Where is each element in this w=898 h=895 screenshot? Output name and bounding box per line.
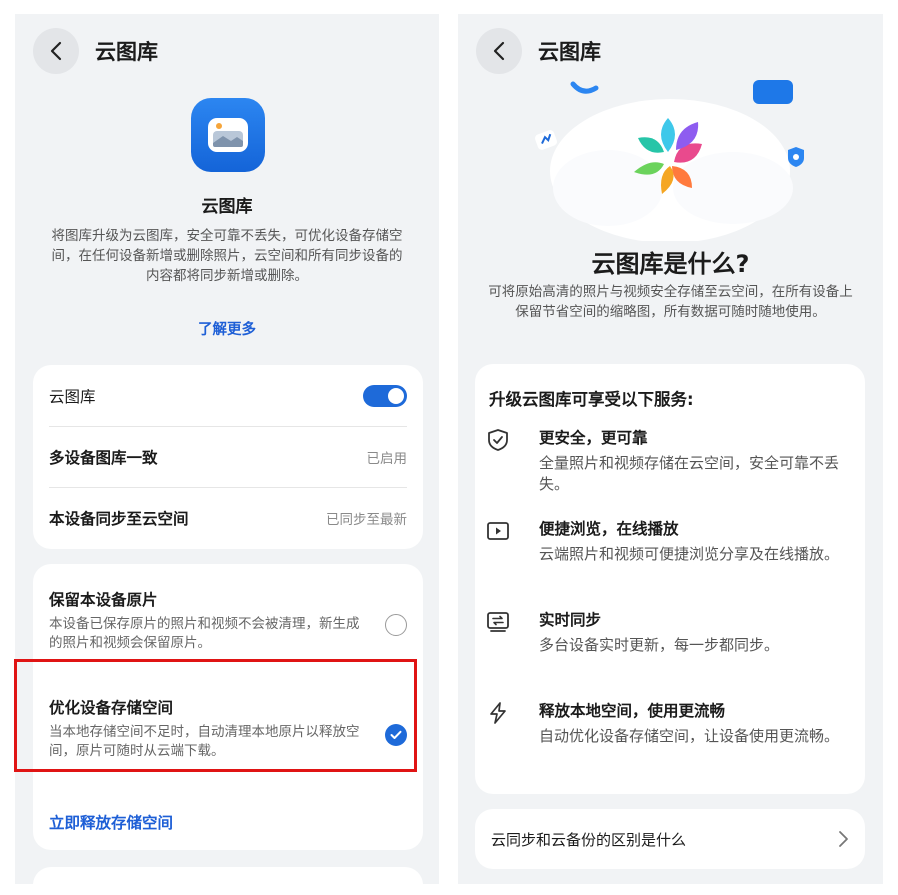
option-desc: 本设备已保存原片的照片和视频不会被清理，新生成的照片和视频会保留原片。 — [49, 616, 360, 651]
row-label: 云图库 — [49, 387, 96, 406]
gallery-app-icon — [191, 98, 265, 172]
app-name: 云图库 — [201, 197, 253, 217]
settings-card: 云图库 多设备图库一致 已启用 本设备同步至云空间 已同步至最新 — [33, 365, 423, 549]
service-item: 更安全，更可靠 全量照片和视频存储在云空间，安全可靠不丢失。 — [485, 426, 847, 495]
header: 云图库 — [476, 26, 601, 76]
services-card: 升级云图库可享受以下服务: 更安全，更可靠 全量照片和视频存储在云空间，安全可靠… — [475, 364, 865, 794]
service-desc: 全量照片和视频存储在云空间，安全可靠不丢失。 — [539, 454, 840, 493]
sync-icon — [487, 612, 509, 632]
hero-title: 云图库是什么? — [591, 250, 750, 278]
chevron-left-icon — [50, 41, 62, 61]
service-title: 实时同步 — [539, 611, 602, 629]
cloud-gallery-toggle[interactable] — [363, 384, 407, 407]
service-item: 释放本地空间，使用更流畅 自动优化设备存储空间，让设备使用更流畅。 — [485, 699, 847, 747]
lightning-icon — [490, 702, 506, 724]
chevron-left-icon — [493, 41, 505, 61]
highlight-box — [14, 659, 417, 772]
faq-row[interactable]: 云同步和云备份的区别是什么 — [475, 809, 865, 869]
service-desc: 云端照片和视频可便捷浏览分享及在线播放。 — [539, 545, 840, 563]
keep-originals-option[interactable]: 保留本设备原片 本设备已保存原片的照片和视频不会被清理，新生成的照片和视频会保留… — [49, 588, 407, 653]
learn-more-link[interactable]: 了解更多 — [15, 318, 439, 339]
header: 云图库 — [33, 26, 158, 76]
service-item: 实时同步 多台设备实时更新，每一步都同步。 — [485, 608, 847, 656]
hero-description: 可将原始高清的照片与视频安全存储至云空间，在所有设备上保留节省空间的缩略图，所有… — [488, 284, 853, 320]
service-title: 便捷浏览，在线播放 — [539, 520, 679, 538]
keep-originals-radio[interactable] — [385, 614, 407, 636]
multi-device-consistency-row[interactable]: 多设备图库一致 已启用 — [49, 426, 407, 487]
free-storage-link[interactable]: 立即释放存储空间 — [49, 811, 173, 833]
app-description: 将图库升级为云图库，安全可靠不丢失，可优化设备存储空间，在任何设备新增或删除照片… — [51, 228, 403, 284]
chevron-right-icon — [839, 831, 848, 847]
row-label: 本设备同步至云空间 — [49, 510, 189, 528]
shield-check-icon — [488, 429, 508, 451]
device-sync-row[interactable]: 本设备同步至云空间 已同步至最新 — [49, 487, 407, 548]
right-screen: 云图库 云图库是什么? 可将原始高清的照片与视频安全存储至云空间，在所有设备上保… — [458, 14, 883, 884]
service-desc: 自动优化设备存储空间，让设备使用更流畅。 — [539, 727, 840, 745]
faq-label: 云同步和云备份的区别是什么 — [491, 830, 687, 849]
service-desc: 多台设备实时更新，每一步都同步。 — [539, 636, 780, 654]
cloud-gallery-row[interactable]: 云图库 — [49, 365, 407, 426]
row-value: 已同步至最新 — [326, 512, 407, 528]
services-heading: 升级云图库可享受以下服务: — [489, 390, 694, 409]
option-title: 保留本设备原片 — [49, 591, 158, 609]
row-label: 多设备图库一致 — [49, 449, 158, 467]
back-button[interactable] — [33, 28, 79, 74]
service-item: 便捷浏览，在线播放 云端照片和视频可便捷浏览分享及在线播放。 — [485, 517, 847, 565]
service-title: 更安全，更可靠 — [539, 429, 648, 447]
play-icon — [487, 522, 509, 540]
hero-illustration — [458, 76, 883, 243]
page-title: 云图库 — [538, 40, 601, 64]
row-value: 已启用 — [366, 451, 408, 467]
page-title: 云图库 — [95, 40, 158, 64]
next-card — [33, 867, 423, 884]
service-title: 释放本地空间，使用更流畅 — [539, 702, 726, 720]
back-button[interactable] — [476, 28, 522, 74]
